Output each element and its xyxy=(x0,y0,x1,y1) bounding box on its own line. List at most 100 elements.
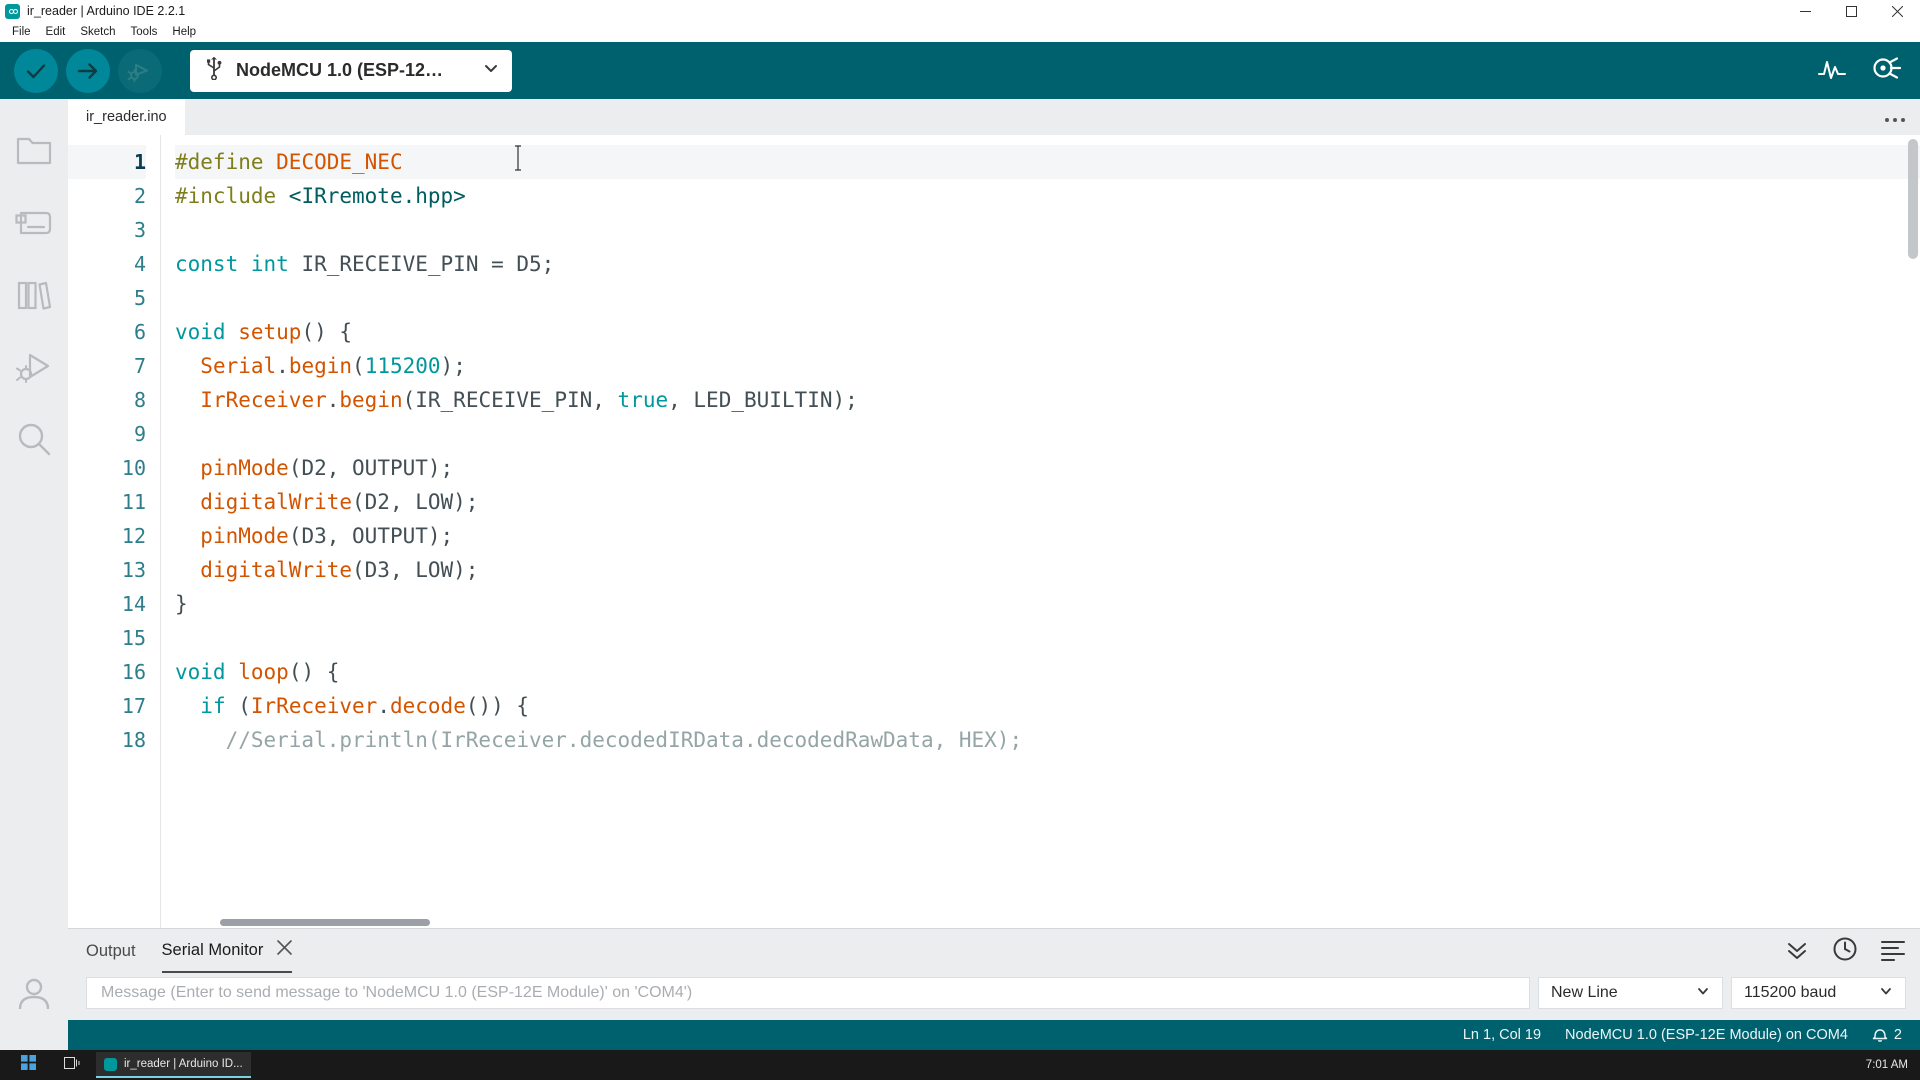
code-line[interactable]: if (IrReceiver.decode()) { xyxy=(175,689,1920,723)
arduino-logo-icon xyxy=(104,1058,117,1071)
code-token xyxy=(175,694,200,718)
account-icon xyxy=(15,975,53,1018)
code-token: ); xyxy=(441,354,466,378)
maximize-button[interactable] xyxy=(1828,0,1874,22)
code-line[interactable]: } xyxy=(175,587,1920,621)
minimize-button[interactable] xyxy=(1782,0,1828,22)
debug-button[interactable] xyxy=(118,49,162,93)
line-number: 13 xyxy=(68,553,146,587)
editor-horizontal-scrollbar[interactable] xyxy=(160,918,1906,928)
code-line[interactable]: pinMode(D3, OUTPUT); xyxy=(175,519,1920,553)
code-token: (D2, LOW); xyxy=(352,490,478,514)
code-line[interactable]: Serial.begin(115200); xyxy=(175,349,1920,383)
panel-tab-output[interactable]: Output xyxy=(86,929,136,973)
editor-vertical-scrollbar[interactable] xyxy=(1906,135,1920,928)
code-line[interactable]: digitalWrite(D3, LOW); xyxy=(175,553,1920,587)
line-ending-select[interactable]: New Line xyxy=(1538,977,1723,1009)
sidebar-item-library-manager[interactable] xyxy=(0,261,68,333)
code-token: . xyxy=(276,354,289,378)
start-button[interactable] xyxy=(8,1052,48,1078)
code-line[interactable] xyxy=(175,417,1920,451)
board-selector-value: NodeMCU 1.0 (ESP-12… xyxy=(236,60,470,81)
window-titlebar: ir_reader | Arduino IDE 2.2.1 xyxy=(0,0,1920,22)
code-line[interactable]: void loop() { xyxy=(175,655,1920,689)
code-line[interactable]: #define DECODE_NEC xyxy=(175,145,1920,179)
menu-sketch[interactable]: Sketch xyxy=(73,24,122,40)
arduino-logo-icon xyxy=(5,4,20,19)
clear-output-button[interactable] xyxy=(1880,936,1906,967)
task-view-button[interactable] xyxy=(52,1052,92,1078)
line-number: 5 xyxy=(68,281,146,315)
close-button[interactable] xyxy=(1874,0,1920,22)
chevron-down-icon xyxy=(1879,984,1893,1003)
serial-monitor-button[interactable] xyxy=(1866,51,1906,91)
board-selector[interactable]: NodeMCU 1.0 (ESP-12… xyxy=(190,50,512,92)
serial-message-input[interactable]: Message (Enter to send message to 'NodeM… xyxy=(86,977,1530,1009)
sidebar-item-account[interactable] xyxy=(0,960,68,1032)
code-editor[interactable]: 123456789101112131415161718 #define DECO… xyxy=(68,135,1920,928)
line-number: 18 xyxy=(68,723,146,757)
code-token: ()) { xyxy=(466,694,529,718)
verify-button[interactable] xyxy=(14,49,58,93)
code-line[interactable] xyxy=(175,621,1920,655)
code-token xyxy=(175,524,200,548)
taskbar-clock: 7:01 AM xyxy=(1866,1059,1908,1071)
status-board-port[interactable]: NodeMCU 1.0 (ESP-12E Module) on COM4 xyxy=(1565,1027,1848,1043)
menu-help[interactable]: Help xyxy=(165,24,203,40)
status-notifications-count: 2 xyxy=(1894,1027,1902,1043)
menu-file[interactable]: File xyxy=(5,24,38,40)
code-line[interactable]: //Serial.println(IrReceiver.decodedIRDat… xyxy=(175,723,1920,757)
panel-tab-serial-monitor[interactable]: Serial Monitor xyxy=(162,929,293,973)
code-line[interactable] xyxy=(175,213,1920,247)
status-notifications[interactable]: 2 xyxy=(1872,1025,1902,1046)
baud-rate-select[interactable]: 115200 baud xyxy=(1731,977,1906,1009)
code-line[interactable]: IrReceiver.begin(IR_RECEIVE_PIN, true, L… xyxy=(175,383,1920,417)
line-number-gutter: 123456789101112131415161718 xyxy=(68,135,160,928)
scroll-to-bottom-button[interactable] xyxy=(1784,936,1810,967)
text-cursor-icon xyxy=(513,145,515,171)
timestamp-toggle-button[interactable] xyxy=(1832,936,1858,967)
boards-manager-icon xyxy=(15,207,53,244)
upload-button[interactable] xyxy=(66,49,110,93)
editor-tab-ir-reader[interactable]: ir_reader.ino xyxy=(68,99,185,135)
code-token xyxy=(226,320,239,344)
code-line[interactable]: const int IR_RECEIVE_PIN = D5; xyxy=(175,247,1920,281)
code-line[interactable] xyxy=(175,281,1920,315)
code-content[interactable]: #define DECODE_NEC#include <IRremote.hpp… xyxy=(160,135,1920,928)
editor-tab-label: ir_reader.ino xyxy=(86,109,167,125)
line-ending-value: New Line xyxy=(1551,984,1618,1002)
panel-tab-serial-monitor-label: Serial Monitor xyxy=(162,941,264,960)
code-line[interactable]: #include <IRremote.hpp> xyxy=(175,179,1920,213)
taskbar-app-arduino[interactable]: ir_reader | Arduino ID... xyxy=(96,1052,251,1078)
code-token: digitalWrite xyxy=(200,558,352,582)
panel-tabs: Output Serial Monitor xyxy=(68,929,1920,973)
line-number: 4 xyxy=(68,247,146,281)
menu-tools[interactable]: Tools xyxy=(124,24,165,40)
menubar: File Edit Sketch Tools Help xyxy=(0,22,1920,42)
close-icon[interactable] xyxy=(277,940,292,960)
code-token: ( xyxy=(226,694,251,718)
code-token: (D3, LOW); xyxy=(352,558,478,582)
editor-vertical-scroll-thumb[interactable] xyxy=(1908,139,1918,259)
code-line[interactable]: digitalWrite(D2, LOW); xyxy=(175,485,1920,519)
editor-tabbar-more-button[interactable] xyxy=(1884,99,1906,135)
serial-plotter-button[interactable] xyxy=(1812,51,1852,91)
sidebar-item-boards-manager[interactable] xyxy=(0,189,68,261)
code-token: void xyxy=(175,660,226,684)
chevron-down-icon xyxy=(482,59,500,82)
windows-start-icon xyxy=(21,1055,36,1075)
code-token: loop xyxy=(238,660,289,684)
code-token: begin xyxy=(289,354,352,378)
sidebar-item-debug[interactable] xyxy=(0,333,68,405)
code-line[interactable]: void setup() { xyxy=(175,315,1920,349)
code-line[interactable]: pinMode(D2, OUTPUT); xyxy=(175,451,1920,485)
code-token xyxy=(175,388,200,412)
status-cursor-position[interactable]: Ln 1, Col 19 xyxy=(1463,1027,1541,1043)
code-token: IrReceiver xyxy=(251,694,377,718)
editor-horizontal-scroll-thumb[interactable] xyxy=(220,919,430,926)
sidebar-item-search[interactable] xyxy=(0,405,68,477)
code-token: decode xyxy=(390,694,466,718)
sidebar-item-sketchbook[interactable] xyxy=(0,117,68,189)
menu-edit[interactable]: Edit xyxy=(39,24,73,40)
code-token: (D3, OUTPUT); xyxy=(289,524,453,548)
